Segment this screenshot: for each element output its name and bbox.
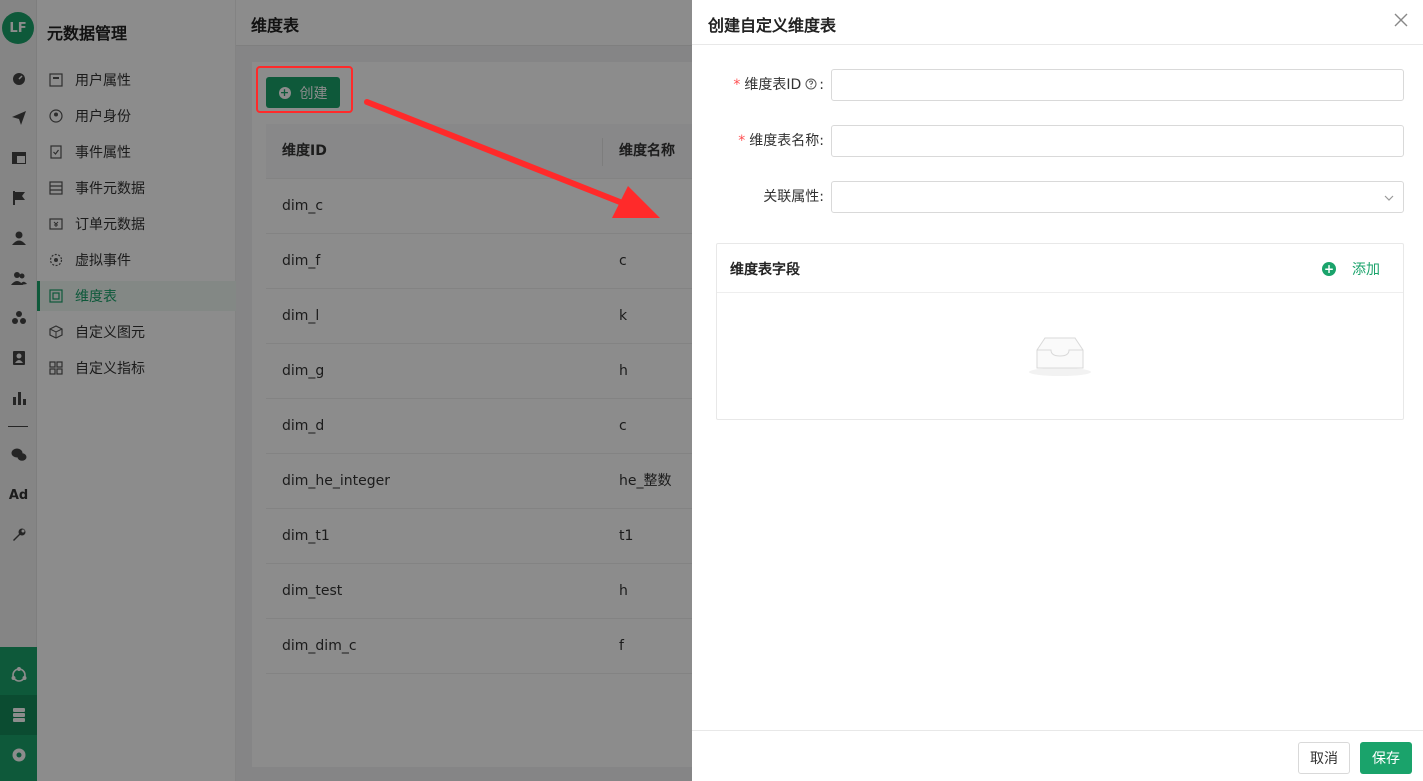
- create-dimension-drawer: 创建自定义维度表 * 维度表ID: * 维度表名称: 关联属性: 维度表字段 + 添…: [692, 0, 1423, 781]
- add-field-label: 添加: [1352, 262, 1380, 278]
- fields-card-title: 维度表字段: [730, 262, 800, 278]
- empty-inbox-icon: [1029, 337, 1091, 376]
- dimension-id-input[interactable]: [831, 69, 1404, 101]
- close-icon[interactable]: [1391, 10, 1411, 30]
- drawer-title: 创建自定义维度表: [708, 16, 837, 35]
- annotation-highlight-box: [256, 66, 353, 113]
- dimension-id-label: * 维度表ID:: [684, 69, 824, 101]
- relation-property-select[interactable]: [831, 181, 1404, 213]
- drawer-footer: 取消 保存: [692, 730, 1423, 781]
- required-mark: *: [733, 77, 741, 93]
- cancel-button[interactable]: 取消: [1298, 742, 1350, 774]
- question-circle-icon[interactable]: [805, 70, 817, 90]
- relation-property-label: 关联属性:: [763, 189, 824, 205]
- fields-card-header: 维度表字段 + 添加: [717, 244, 1403, 293]
- plus-circle-icon: +: [1322, 262, 1336, 276]
- modal-mask[interactable]: [0, 0, 692, 781]
- required-mark: *: [738, 133, 746, 149]
- save-button[interactable]: 保存: [1360, 742, 1412, 774]
- dimension-name-label: * 维度表名称:: [738, 133, 824, 149]
- chevron-down-icon: [1384, 195, 1394, 201]
- drawer-header: 创建自定义维度表: [692, 0, 1423, 45]
- dimension-fields-card: 维度表字段 + 添加: [716, 243, 1404, 420]
- add-field-button[interactable]: + 添加: [1322, 259, 1380, 279]
- dimension-name-input[interactable]: [831, 125, 1404, 157]
